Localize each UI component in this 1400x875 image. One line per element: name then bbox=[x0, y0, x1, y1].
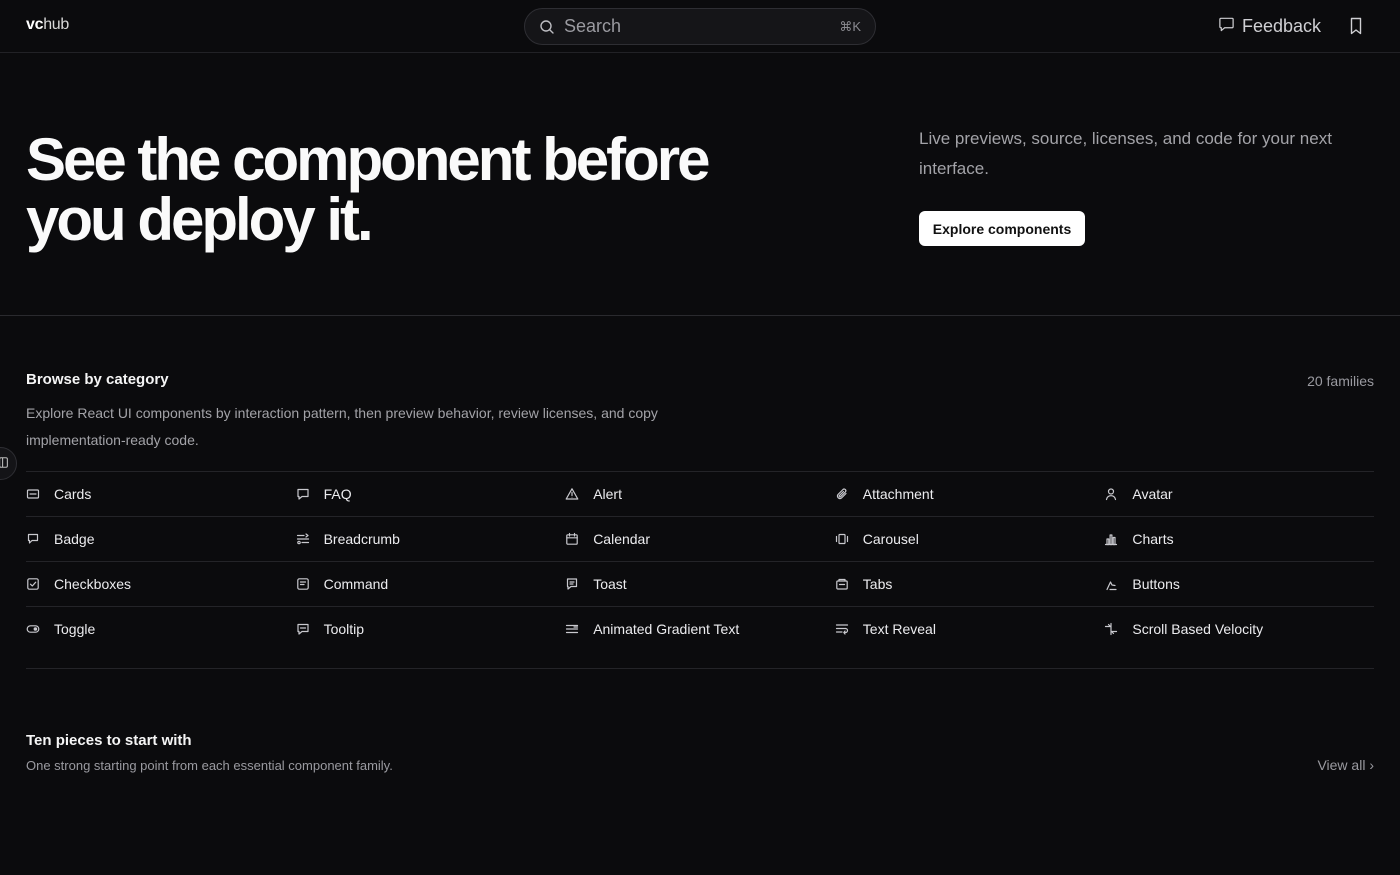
category-label: Toggle bbox=[54, 621, 96, 637]
user-icon bbox=[1104, 487, 1132, 501]
route-icon bbox=[296, 532, 324, 546]
checkbox-icon bbox=[26, 577, 54, 591]
top-bar: vchub Search ⌘K Feedback bbox=[0, 0, 1400, 53]
paperclip-icon bbox=[835, 487, 863, 501]
warning-icon bbox=[565, 487, 593, 501]
explore-components-button[interactable]: Explore components bbox=[919, 211, 1085, 246]
category-row: Checkboxes Command Toast Tabs Buttons bbox=[26, 561, 1374, 606]
category-alert[interactable]: Alert bbox=[565, 472, 835, 516]
category-label: Calendar bbox=[593, 531, 651, 547]
carousel-icon bbox=[835, 532, 863, 546]
category-avatar[interactable]: Avatar bbox=[1104, 472, 1374, 516]
hero-lede: Live previews, source, licenses, and cod… bbox=[919, 129, 1332, 178]
category-label: Tabs bbox=[862, 576, 893, 592]
category-text-reveal[interactable]: Text Reveal bbox=[835, 607, 1105, 651]
category-attachment[interactable]: Attachment bbox=[835, 472, 1105, 516]
category-label: Alert bbox=[593, 486, 622, 502]
category-label: Avatar bbox=[1132, 486, 1173, 502]
category-grid: Cards FAQ Alert Attachment Avatar Badge Breadc… bbox=[26, 471, 1374, 651]
category-charts[interactable]: Charts bbox=[1104, 517, 1374, 561]
category-toggle[interactable]: Toggle bbox=[26, 607, 296, 651]
feedback-button[interactable]: Feedback bbox=[1218, 14, 1321, 38]
category-label: Tooltip bbox=[323, 621, 365, 637]
card-icon bbox=[26, 487, 54, 501]
search-icon bbox=[539, 19, 555, 35]
chat-icon bbox=[296, 487, 324, 501]
bar-chart-icon bbox=[1104, 532, 1132, 546]
category-scroll-based-velocity[interactable]: Scroll Based Velocity bbox=[1104, 607, 1374, 651]
category-buttons[interactable]: Buttons bbox=[1104, 562, 1374, 606]
category-cards[interactable]: Cards bbox=[26, 472, 296, 516]
category-animated-gradient-text[interactable]: Animated Gradient Text bbox=[565, 607, 835, 651]
category-label: Animated Gradient Text bbox=[593, 621, 740, 637]
category-breadcrumb[interactable]: Breadcrumb bbox=[296, 517, 566, 561]
tabs-icon bbox=[835, 577, 863, 591]
families-count: 20 families bbox=[1307, 373, 1374, 389]
category-carousel[interactable]: Carousel bbox=[835, 517, 1105, 561]
hero-headline: See the component before you deploy it. bbox=[26, 126, 710, 253]
bookmark-icon[interactable] bbox=[1348, 17, 1364, 35]
browse-title: Browse by category bbox=[26, 371, 169, 388]
view-all-link[interactable]: View all › bbox=[1317, 757, 1374, 773]
command-icon bbox=[296, 577, 324, 591]
category-toast[interactable]: Toast bbox=[565, 562, 835, 606]
category-tabs[interactable]: Tabs bbox=[835, 562, 1105, 606]
category-label: FAQ bbox=[323, 486, 352, 502]
pointer-icon bbox=[1104, 577, 1132, 591]
logo-wordmark: hub bbox=[43, 16, 69, 33]
starter-title: Ten pieces to start with bbox=[26, 732, 192, 749]
category-row: Cards FAQ Alert Attachment Avatar bbox=[26, 471, 1374, 516]
search-placeholder: Search bbox=[564, 16, 622, 36]
text-wrap-icon bbox=[835, 622, 863, 636]
velocity-icon bbox=[1104, 622, 1132, 636]
hero-section: See the component before you deploy it. … bbox=[0, 54, 1400, 316]
tooltip-icon bbox=[296, 622, 324, 636]
category-label: Carousel bbox=[862, 531, 919, 547]
category-command[interactable]: Command bbox=[296, 562, 566, 606]
toggle-icon bbox=[26, 622, 54, 636]
category-row: Badge Breadcrumb Calendar Carousel Charts bbox=[26, 516, 1374, 561]
chat-bubble-icon bbox=[1218, 15, 1235, 37]
category-row: Toggle Tooltip Animated Gradient Text Text … bbox=[26, 606, 1374, 651]
category-label: Checkboxes bbox=[54, 576, 132, 592]
category-label: Attachment bbox=[862, 486, 934, 502]
category-checkboxes[interactable]: Checkboxes bbox=[26, 562, 296, 606]
message-icon bbox=[565, 577, 593, 591]
badge-icon bbox=[26, 532, 54, 546]
category-faq[interactable]: FAQ bbox=[296, 472, 566, 516]
category-label: Scroll Based Velocity bbox=[1132, 621, 1264, 637]
logo[interactable]: vchub bbox=[26, 16, 69, 34]
category-label: Cards bbox=[54, 486, 92, 502]
category-calendar[interactable]: Calendar bbox=[565, 517, 835, 561]
divider bbox=[26, 668, 1374, 669]
category-label: Buttons bbox=[1132, 576, 1180, 592]
feedback-label: Feedback bbox=[1242, 15, 1322, 36]
category-badge[interactable]: Badge bbox=[26, 517, 296, 561]
category-label: Text Reveal bbox=[862, 621, 936, 637]
calendar-icon bbox=[565, 532, 593, 546]
category-label: Badge bbox=[54, 531, 95, 547]
search-shortcut: ⌘K bbox=[839, 18, 861, 34]
panel-icon bbox=[0, 455, 8, 473]
category-label: Command bbox=[323, 576, 389, 592]
category-label: Charts bbox=[1132, 531, 1174, 547]
category-label: Toast bbox=[593, 576, 627, 592]
category-tooltip[interactable]: Tooltip bbox=[296, 607, 566, 651]
sidebar-toggle[interactable] bbox=[0, 447, 17, 480]
search-input[interactable]: Search ⌘K bbox=[524, 8, 876, 45]
starter-subtitle: One strong starting point from each esse… bbox=[26, 758, 393, 773]
browse-description: Explore React UI components by interacti… bbox=[26, 405, 658, 448]
category-label: Breadcrumb bbox=[323, 531, 400, 547]
logo-mark: vc bbox=[26, 16, 44, 33]
text-lines-icon bbox=[565, 622, 593, 636]
